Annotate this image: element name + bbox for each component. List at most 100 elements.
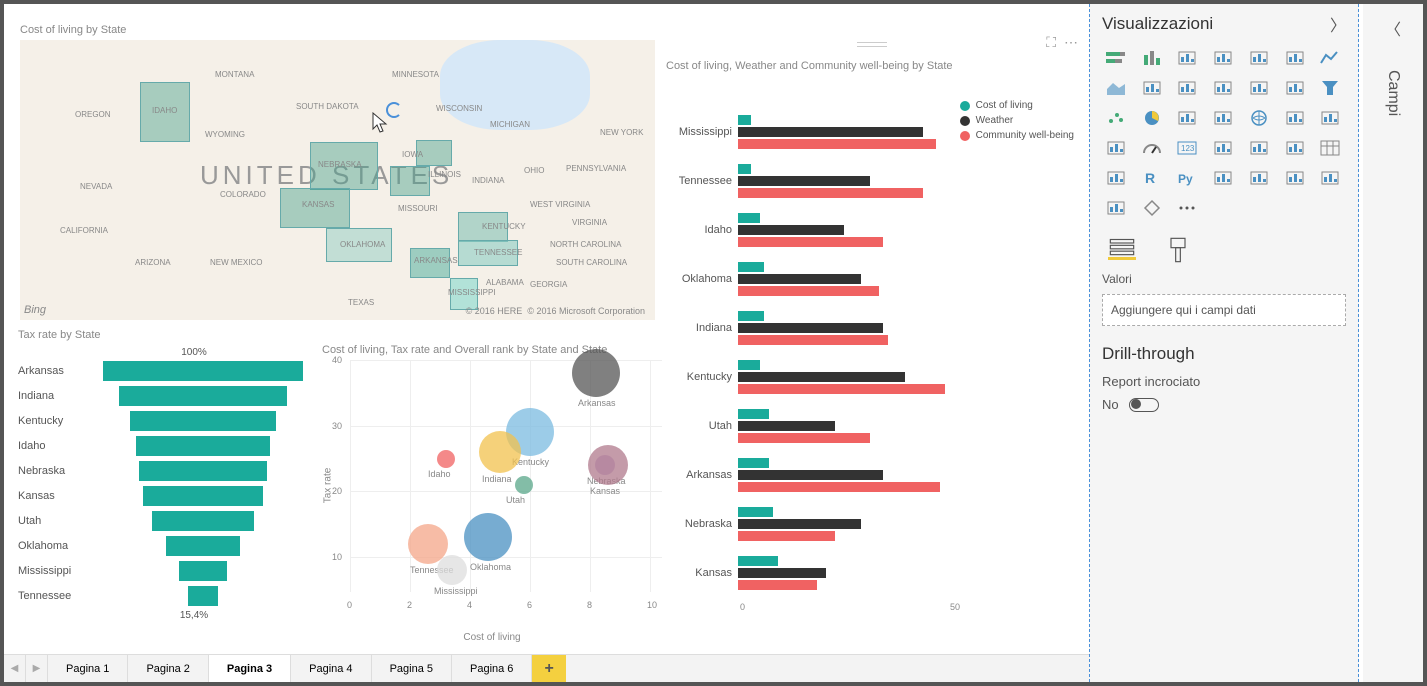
viz-ribbon[interactable] <box>1245 76 1273 100</box>
funnel-row[interactable]: Kansas <box>18 483 318 508</box>
viz-scatter-vis[interactable] <box>1102 106 1130 130</box>
funnel-cat: Mississippi <box>18 565 88 577</box>
viz-key-influencers[interactable] <box>1209 166 1237 190</box>
bubble-idaho[interactable] <box>437 450 455 468</box>
scatter-plot-area[interactable]: Tax rate 102030400246810ArkansasKentucky… <box>322 360 662 610</box>
viz-waterfall[interactable] <box>1281 76 1309 100</box>
viz-clustered-column[interactable] <box>1138 46 1166 70</box>
viz-filled-map[interactable] <box>1281 106 1309 130</box>
bar-group[interactable]: Idaho <box>666 210 1082 250</box>
collapse-viz-icon[interactable]: 〉 <box>1330 12 1346 36</box>
bar-group[interactable]: Kentucky <box>666 357 1082 397</box>
map-visual[interactable]: Cost of living by State UNITED STATES OR… <box>20 24 655 324</box>
viz-line-column[interactable] <box>1173 76 1201 100</box>
bar-group[interactable]: Utah <box>666 406 1082 446</box>
funnel-row[interactable]: Indiana <box>18 383 318 408</box>
toggle-text: No <box>1102 397 1119 412</box>
viz-python-visual[interactable]: Py <box>1173 166 1201 190</box>
funnel-title: Tax rate by State <box>18 329 318 341</box>
page-tab-4[interactable]: Pagina 4 <box>291 655 371 682</box>
focus-mode-icon[interactable]: ⛶ <box>1046 34 1056 51</box>
bubble-arkansas[interactable] <box>572 349 620 397</box>
page-tab-6[interactable]: Pagina 6 <box>452 655 532 682</box>
funnel-top-pct: 100% <box>84 347 304 358</box>
drill-label: Report incrociato <box>1102 374 1346 389</box>
format-tab-icon[interactable] <box>1164 236 1192 260</box>
more-options-icon[interactable]: ⋯ <box>1064 34 1078 51</box>
viz-stacked-bar[interactable] <box>1102 46 1130 70</box>
panel-title: Visualizzazioni <box>1102 14 1213 34</box>
funnel-row[interactable]: Kentucky <box>18 408 318 433</box>
viz-r-visual[interactable]: R <box>1138 166 1166 190</box>
viz-multi-row-card[interactable] <box>1209 136 1237 160</box>
bubble-indiana[interactable] <box>479 431 521 473</box>
viz-map[interactable] <box>1245 106 1273 130</box>
funnel-row[interactable]: Arkansas <box>18 358 318 383</box>
bar-group[interactable]: Nebraska <box>666 504 1082 544</box>
bar-group[interactable]: Oklahoma <box>666 259 1082 299</box>
funnel-row[interactable]: Utah <box>18 508 318 533</box>
viz-decomposition[interactable] <box>1245 166 1273 190</box>
page-tab-1[interactable]: Pagina 1 <box>48 655 128 682</box>
bar-title: Cost of living, Weather and Community we… <box>666 60 1082 72</box>
viz-matrix[interactable] <box>1102 166 1130 190</box>
viz-gauge[interactable] <box>1138 136 1166 160</box>
viz-shape-map[interactable] <box>1316 106 1344 130</box>
viz-kpi[interactable] <box>1245 136 1273 160</box>
funnel-cat: Kentucky <box>18 415 88 427</box>
viz-diamond[interactable] <box>1138 196 1166 220</box>
viz-column-multi[interactable] <box>1209 46 1237 70</box>
funnel-row[interactable]: Oklahoma <box>18 533 318 558</box>
bar-group[interactable]: Arkansas <box>666 455 1082 495</box>
map-background[interactable]: UNITED STATES OREGON IDAHO NEVADA CALIFO… <box>20 40 655 320</box>
fields-tab-icon[interactable] <box>1108 236 1136 260</box>
fields-panel-collapsed[interactable]: 〈 Campi <box>1363 4 1423 682</box>
bubble-mississippi[interactable] <box>437 555 467 585</box>
cross-report-toggle[interactable] <box>1129 398 1159 412</box>
viz-stacked-area[interactable] <box>1138 76 1166 100</box>
viz-funnel-vis[interactable] <box>1316 76 1344 100</box>
add-page-button[interactable]: + <box>532 655 565 682</box>
funnel-row[interactable]: Tennessee <box>18 583 318 608</box>
page-tab-5[interactable]: Pagina 5 <box>372 655 452 682</box>
viz-clustered-bar-group[interactable] <box>1173 46 1201 70</box>
expand-fields-icon[interactable]: 〈 <box>1363 16 1423 40</box>
viz-azure-map[interactable] <box>1102 136 1130 160</box>
viz-slicer[interactable] <box>1281 136 1309 160</box>
bubble-utah[interactable] <box>515 476 533 494</box>
funnel-row[interactable]: Mississippi <box>18 558 318 583</box>
viz-line[interactable] <box>1316 46 1344 70</box>
viz-stacked-100[interactable] <box>1245 46 1273 70</box>
field-drop-zone[interactable]: Aggiungere qui i campi dati <box>1102 294 1346 326</box>
funnel-bottom-pct: 15,4% <box>84 610 304 621</box>
page-tab-2[interactable]: Pagina 2 <box>128 655 208 682</box>
page-prev-icon[interactable]: ◀ <box>4 655 26 682</box>
viz-more-icon[interactable] <box>1173 196 1201 220</box>
viz-paginated[interactable] <box>1316 166 1344 190</box>
bar-group[interactable]: Tennessee <box>666 161 1082 201</box>
bar-group[interactable]: Kansas <box>666 553 1082 593</box>
bubble-kansas[interactable] <box>588 445 628 485</box>
grip-icon[interactable] <box>857 40 887 48</box>
viz-line-column2[interactable] <box>1209 76 1237 100</box>
bar-group[interactable]: Indiana <box>666 308 1082 348</box>
viz-qna[interactable] <box>1281 166 1309 190</box>
viz-column-100[interactable] <box>1281 46 1309 70</box>
page-tab-3[interactable]: Pagina 3 <box>209 655 291 682</box>
viz-card[interactable]: 123 <box>1173 136 1201 160</box>
page-next-icon[interactable]: ▶ <box>26 655 48 682</box>
viz-treemap[interactable] <box>1209 106 1237 130</box>
viz-pie[interactable] <box>1138 106 1166 130</box>
funnel-row[interactable]: Idaho <box>18 433 318 458</box>
viz-table[interactable] <box>1316 136 1344 160</box>
funnel-row[interactable]: Nebraska <box>18 458 318 483</box>
viz-donut[interactable] <box>1173 106 1201 130</box>
funnel-visual[interactable]: Tax rate by State 100% ArkansasIndiana Ke… <box>18 329 318 629</box>
bar-visual[interactable]: ⛶ ⋯ Cost of living, Weather and Communit… <box>662 34 1082 634</box>
scatter-visual[interactable]: Cost of living, Tax rate and Overall ran… <box>322 344 662 634</box>
viz-area[interactable] <box>1102 76 1130 100</box>
viz-powerapps[interactable] <box>1102 196 1130 220</box>
bubble-oklahoma[interactable] <box>464 513 512 561</box>
campi-label: Campi <box>1384 70 1402 116</box>
bar-group[interactable]: Mississippi <box>666 112 1082 152</box>
